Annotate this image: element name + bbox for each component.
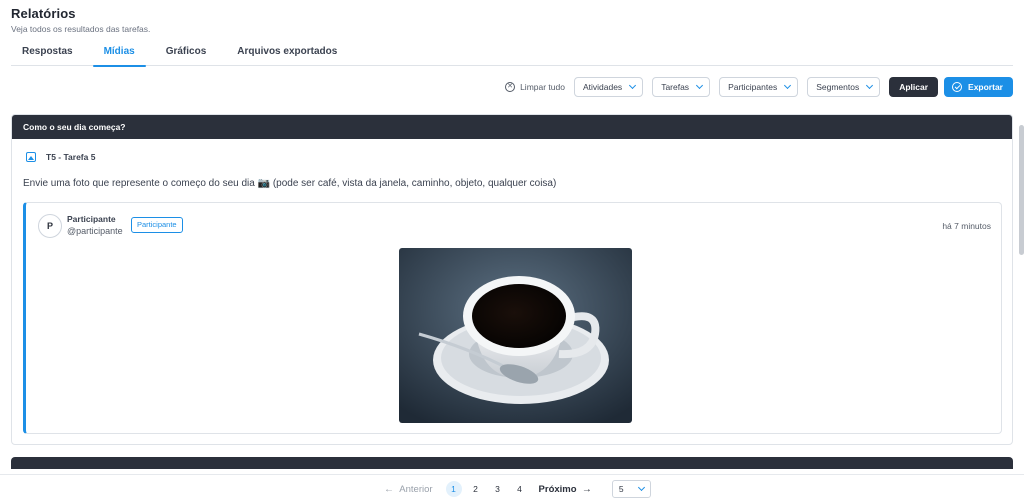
page-3-button[interactable]: 3	[490, 481, 506, 497]
segments-dropdown[interactable]: Segmentos	[807, 77, 881, 97]
tab-arquivos-exportados[interactable]: Arquivos exportados	[226, 40, 348, 66]
tasks-dropdown[interactable]: Tarefas	[652, 77, 711, 97]
participant-name: Participante	[67, 214, 116, 224]
previous-page-label: Anterior	[399, 483, 433, 495]
task-row: T5 - Tarefa 5	[26, 152, 95, 162]
arrow-left-icon: ←	[384, 483, 394, 495]
export-button-label: Exportar	[968, 82, 1003, 92]
coffee-cup-image	[399, 248, 632, 423]
next-card-header	[11, 457, 1013, 469]
apply-button[interactable]: Aplicar	[889, 77, 939, 97]
task-prompt: Envie uma foto que represente o começo d…	[23, 178, 557, 189]
activities-dropdown-label: Atividades	[582, 82, 623, 92]
image-icon	[26, 152, 36, 162]
response-item: P Participante @participante Participant…	[23, 202, 1002, 434]
page-header: Relatórios Veja todos os resultados das …	[11, 6, 150, 34]
tab-midias[interactable]: Mídias	[92, 40, 146, 67]
chevron-down-icon	[696, 81, 704, 90]
response-timestamp: há 7 minutos	[942, 221, 991, 231]
close-circle-icon: ✕	[505, 82, 516, 92]
tasks-dropdown-label: Tarefas	[661, 82, 690, 92]
page-title: Relatórios	[11, 6, 76, 21]
page-size-select[interactable]: 5	[611, 480, 651, 498]
clear-all-button[interactable]: ✕ Limpar tudo	[505, 82, 565, 92]
previous-page-button[interactable]: ← Anterior	[384, 484, 433, 495]
page-2-button[interactable]: 2	[468, 481, 484, 497]
participants-dropdown-label: Participantes	[728, 82, 778, 92]
tab-graficos[interactable]: Gráficos	[155, 40, 218, 66]
scrollbar[interactable]	[1019, 125, 1024, 255]
tab-respostas[interactable]: Respostas	[11, 40, 84, 66]
participants-dropdown[interactable]: Participantes	[719, 77, 799, 97]
next-page-button[interactable]: Próximo →	[539, 484, 592, 495]
media-card: Como o seu dia começa? T5 - Tarefa 5 Env…	[11, 114, 1013, 445]
chevron-down-icon	[637, 483, 645, 492]
avatar: P	[38, 214, 62, 238]
participant-handle: @participante	[67, 226, 123, 236]
clear-all-label: Limpar tudo	[520, 82, 565, 92]
tabs-bar: Respostas Mídias Gráficos Arquivos expor…	[11, 40, 1013, 67]
page-size-value: 5	[618, 484, 624, 494]
segments-dropdown-label: Segmentos	[816, 82, 860, 92]
response-photo[interactable]	[399, 248, 632, 423]
page-4-button[interactable]: 4	[512, 481, 528, 497]
filters-bar: ✕ Limpar tudo Atividades Tarefas Partici…	[505, 77, 1013, 97]
next-page-label: Próximo	[538, 483, 577, 495]
participant-badge: Participante	[131, 217, 183, 233]
pagination: ← Anterior 1 2 3 4 Próximo → 5	[0, 474, 1024, 501]
question-title: Como o seu dia começa?	[12, 115, 1012, 139]
download-icon	[952, 82, 963, 92]
chevron-down-icon	[629, 81, 637, 90]
chevron-down-icon	[866, 81, 874, 90]
task-label: T5 - Tarefa 5	[46, 152, 96, 162]
export-button[interactable]: Exportar	[944, 77, 1013, 97]
page-subtitle: Veja todos os resultados das tarefas.	[11, 24, 151, 34]
activities-dropdown[interactable]: Atividades	[573, 77, 644, 97]
arrow-right-icon: →	[581, 483, 592, 495]
chevron-down-icon	[784, 81, 792, 90]
page-1-button[interactable]: 1	[445, 481, 462, 497]
